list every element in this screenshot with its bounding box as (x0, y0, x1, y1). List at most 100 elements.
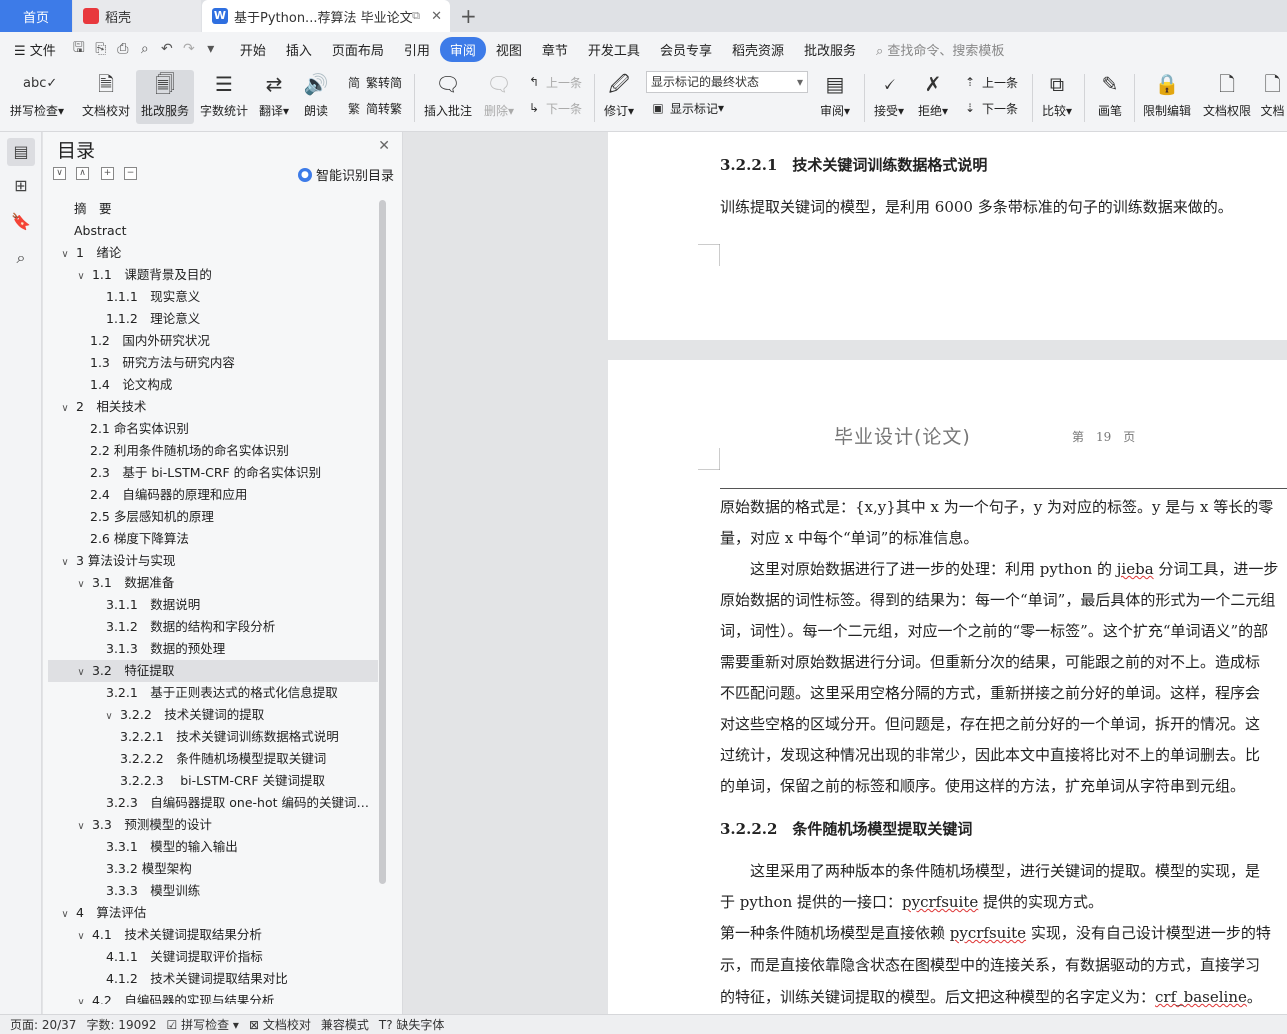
doc-more-button[interactable]: 🗋 文档 (1258, 70, 1287, 124)
menu-developer[interactable]: 开发工具 (578, 37, 650, 62)
document-canvas[interactable]: 3.2.2.1 技术关键词训练数据格式说明 训练提取关键词的模型，是利用 600… (404, 132, 1287, 1014)
command-search[interactable]: ⌕ 查找命令、搜索模板 (876, 40, 1004, 59)
toc-item[interactable]: 1.4 论文构成 (48, 374, 378, 396)
toc-item[interactable]: 2.5 多层感知机的原理 (48, 506, 378, 528)
chapter-nav-icon[interactable]: ⊞ (7, 172, 35, 200)
pen-button[interactable]: ✎ 画笔 (1094, 70, 1126, 124)
restrict-edit-button[interactable]: 🔒 限制编辑 (1140, 70, 1194, 124)
toc-toggle-icon[interactable]: ∨ (102, 706, 116, 726)
toc-item[interactable]: 3.2.2.3 bi-LSTM-CRF 关键词提取 (48, 770, 378, 792)
doc-proof-status[interactable]: ⊠ 文档校对 (249, 1016, 311, 1033)
window-mode-icon[interactable]: ⧉ (412, 9, 420, 23)
toc-item[interactable]: 3.1.2 数据的结构和字段分析 (48, 616, 378, 638)
print-icon[interactable]: ⎙ (112, 41, 134, 57)
undo-icon[interactable]: ↶ (156, 41, 178, 57)
menu-review[interactable]: 审阅 (439, 36, 486, 62)
menu-member[interactable]: 会员专享 (650, 37, 722, 62)
toc-toggle-icon[interactable]: ∨ (74, 574, 88, 594)
remove-heading-icon[interactable]: − (124, 167, 137, 180)
toc-item[interactable]: ∨ 3.2 特征提取 (48, 660, 378, 682)
toc-item[interactable]: 1.2 国内外研究状况 (48, 330, 378, 352)
toc-pane-icon[interactable]: ▤ (7, 138, 35, 166)
toc-item[interactable]: 1.3 研究方法与研究内容 (48, 352, 378, 374)
toc-scrollbar[interactable] (379, 200, 386, 884)
toc-toggle-icon[interactable]: ∨ (74, 266, 88, 286)
menu-section[interactable]: 章节 (532, 37, 578, 62)
find-icon[interactable]: ⌕ (7, 244, 35, 272)
insert-comment-button[interactable]: 🗨 插入批注 (422, 70, 474, 124)
word-count-indicator[interactable]: 字数: 19092 (86, 1016, 156, 1033)
toc-item[interactable]: 2.2 利用条件随机场的命名实体识别 (48, 440, 378, 462)
toc-item[interactable]: 2.3 基于 bi-LSTM-CRF 的命名实体识别 (48, 462, 378, 484)
toc-item[interactable]: 4.1.1 关键词提取评价指标 (48, 946, 378, 968)
close-toc-icon[interactable]: ✕ (378, 138, 390, 154)
toc-item[interactable]: 3.3.3 模型训练 (48, 880, 378, 902)
next-comment-button[interactable]: ↳ 下一条 (526, 98, 582, 118)
save-icon[interactable]: 🖫 (68, 37, 90, 61)
toc-item[interactable]: 3.2.3 自编码器提取 one-hot 编码的关键词特… (48, 792, 378, 814)
trad-to-simp-button[interactable]: 简繁转简 (346, 72, 402, 92)
toc-item[interactable]: 3.1.1 数据说明 (48, 594, 378, 616)
toc-item[interactable]: ∨ 4.2 自编码器的实现与结果分析 (48, 990, 378, 1004)
menu-insert[interactable]: 插入 (276, 37, 322, 62)
toc-toggle-icon[interactable]: ∨ (74, 662, 88, 682)
doc-permission-button[interactable]: 🗋 文档权限 (1200, 70, 1254, 124)
toc-toggle-icon[interactable]: ∨ (74, 816, 88, 836)
menu-daoke-resources[interactable]: 稻壳资源 (722, 37, 794, 62)
markup-state-select[interactable]: 显示标记的最终状态 (646, 71, 808, 93)
missing-font-button[interactable]: T? 缺失字体 (379, 1016, 445, 1033)
menu-start[interactable]: 开始 (230, 37, 276, 62)
simp-to-trad-button[interactable]: 繁简转繁 (346, 98, 402, 118)
review-service-button[interactable]: 🗐 批改服务 (136, 70, 194, 124)
collapse-all-icon[interactable]: ∨ (53, 167, 66, 180)
toc-item[interactable]: ∨ 1 绪论 (48, 242, 378, 264)
bookmark-icon[interactable]: 🔖 (7, 208, 35, 236)
new-tab-button[interactable]: + (460, 4, 477, 28)
menu-review-service[interactable]: 批改服务 (794, 37, 866, 62)
expand-up-icon[interactable]: ∧ (76, 167, 89, 180)
toc-toggle-icon[interactable]: ∨ (58, 244, 72, 264)
toc-item[interactable]: ∨ 3.2.2 技术关键词的提取 (48, 704, 378, 726)
doc-proof-button[interactable]: 🗎 文档校对 (78, 70, 134, 124)
toc-item[interactable]: ∨ 4 算法评估 (48, 902, 378, 924)
accept-button[interactable]: 🗸 接受▾ (870, 70, 908, 124)
toc-item[interactable]: 2.1 命名实体识别 (48, 418, 378, 440)
next-change-button[interactable]: ⇣ 下一条 (962, 98, 1018, 118)
toc-item[interactable]: 2.6 梯度下降算法 (48, 528, 378, 550)
toc-item[interactable]: ∨ 3 算法设计与实现 (48, 550, 378, 572)
toc-item[interactable]: 1.1.1 现实意义 (48, 286, 378, 308)
show-markup-button[interactable]: ▣ 显示标记 ▾ (650, 98, 724, 118)
delete-comment-button[interactable]: 🗨 删除▾ (480, 70, 518, 124)
toc-toggle-icon[interactable]: ∨ (74, 992, 88, 1004)
toc-item[interactable]: 3.2.2.1 技术关键词训练数据格式说明 (48, 726, 378, 748)
toc-item[interactable]: ∨ 3.1 数据准备 (48, 572, 378, 594)
smart-toc-button[interactable]: ● 智能识别目录 (297, 165, 394, 184)
tab-daoke[interactable]: 稻壳 (73, 0, 201, 32)
toc-item[interactable]: 3.1.3 数据的预处理 (48, 638, 378, 660)
menu-view[interactable]: 视图 (486, 37, 532, 62)
toc-item[interactable]: 3.3.1 模型的输入输出 (48, 836, 378, 858)
translate-button[interactable]: ⇄ 翻译▾ (256, 70, 292, 124)
toc-item[interactable]: 3.3.2 模型架构 (48, 858, 378, 880)
toc-item[interactable]: 4.1.2 技术关键词提取结果对比 (48, 968, 378, 990)
page-indicator[interactable]: 页面: 20/37 (10, 1016, 76, 1033)
redo-icon[interactable]: ↷ (178, 41, 200, 57)
prev-comment-button[interactable]: ↰ 上一条 (526, 72, 582, 92)
reject-button[interactable]: ✗ 拒绝▾ (914, 70, 952, 124)
read-aloud-button[interactable]: 🔊 朗读 (300, 70, 332, 124)
prev-change-button[interactable]: ⇡ 上一条 (962, 72, 1018, 92)
add-heading-icon[interactable]: + (101, 167, 114, 180)
toc-toggle-icon[interactable]: ∨ (58, 398, 72, 418)
toc-item[interactable]: ∨ 4.1 技术关键词提取结果分析 (48, 924, 378, 946)
tab-home[interactable]: 首页 (0, 0, 72, 32)
menu-page-layout[interactable]: 页面布局 (322, 37, 394, 62)
toc-item[interactable]: 摘 要 (48, 198, 378, 220)
toc-toggle-icon[interactable]: ∨ (58, 904, 72, 924)
print-preview-icon[interactable]: ⌕ (134, 41, 156, 57)
menu-references[interactable]: 引用 (394, 37, 440, 62)
close-tab-icon[interactable]: ✕ (431, 9, 442, 24)
toc-item[interactable]: 3.2.1 基于正则表达式的格式化信息提取 (48, 682, 378, 704)
review-pane-button[interactable]: ▤ 审阅▾ (816, 70, 854, 124)
toc-toggle-icon[interactable]: ∨ (74, 926, 88, 946)
toc-item[interactable]: 1.1.2 理论意义 (48, 308, 378, 330)
